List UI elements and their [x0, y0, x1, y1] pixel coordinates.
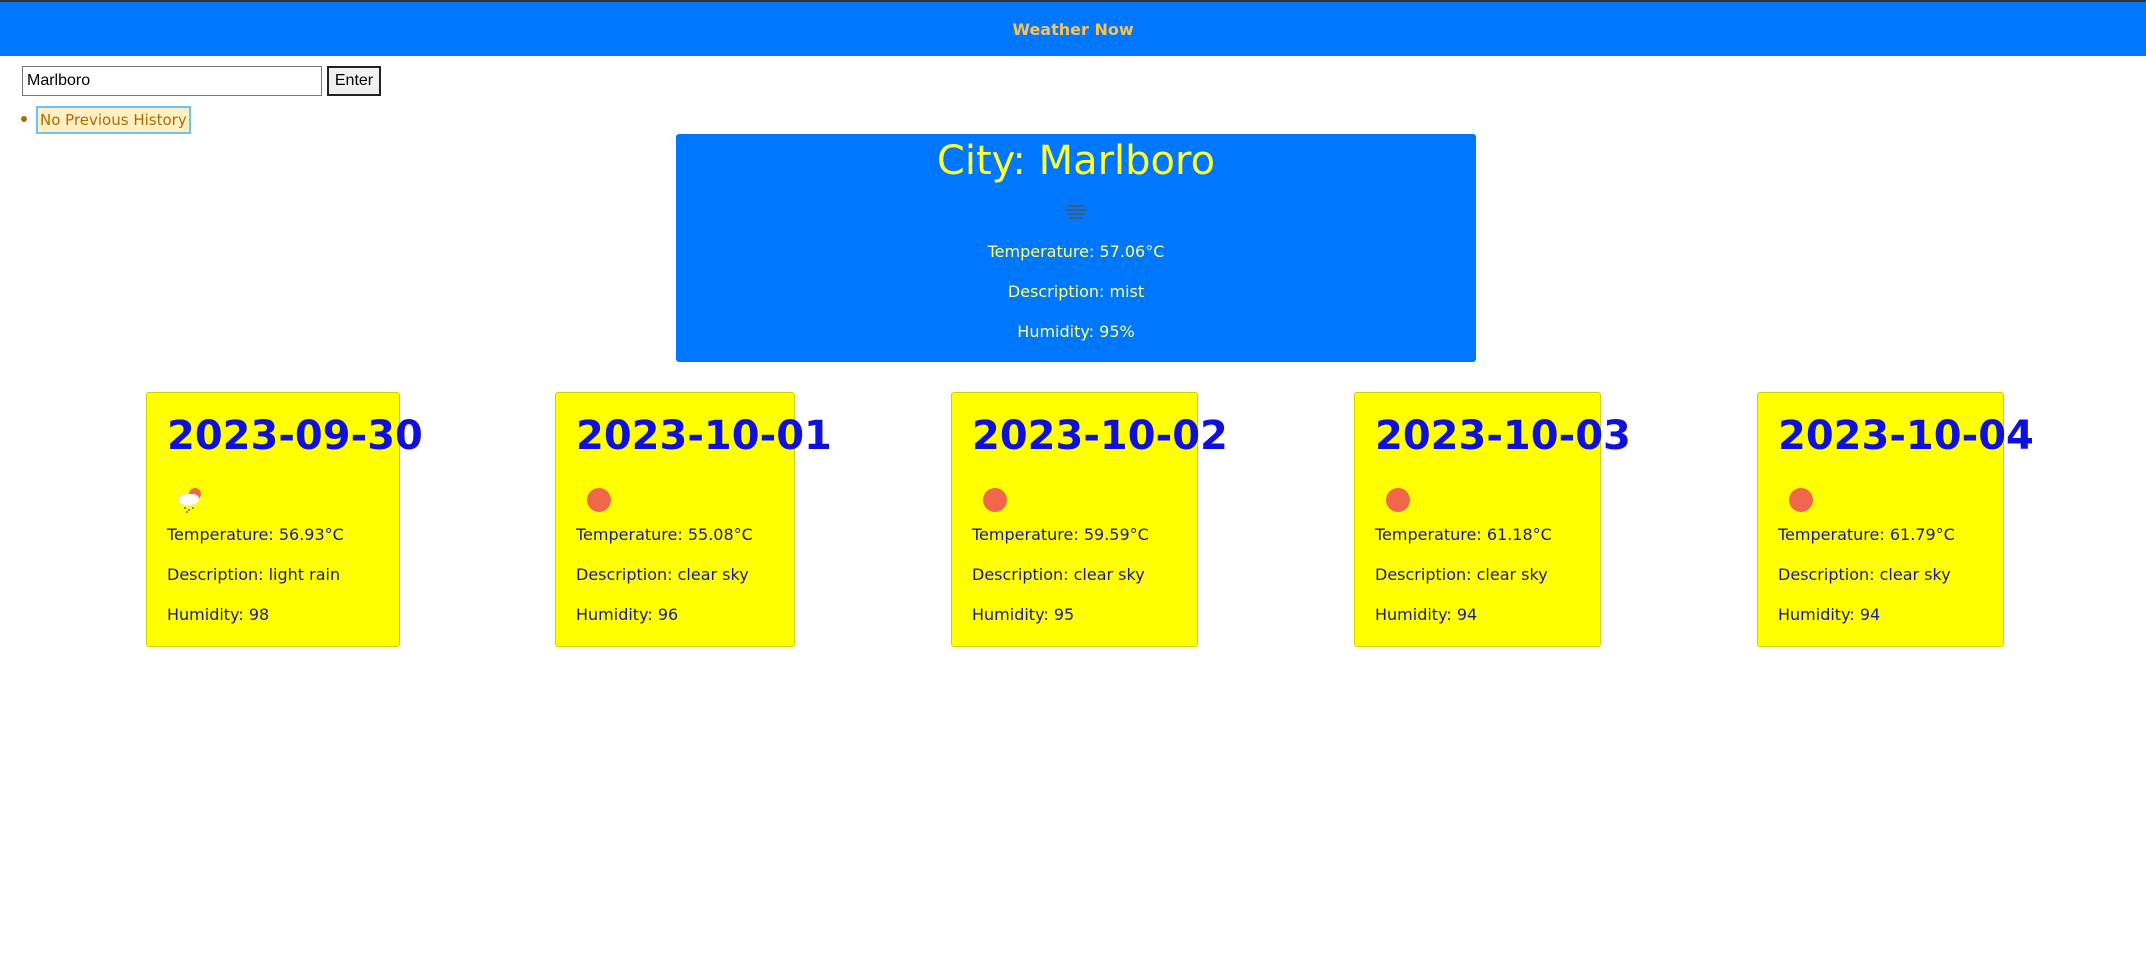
forecast-description: Description: clear sky	[1778, 565, 1951, 584]
forecast-card: 2023-10-02 Temperature: 59.59°C Descript…	[951, 392, 1228, 647]
mist-icon	[1065, 205, 1087, 219]
current-humidity: Humidity: 95%	[1017, 322, 1135, 341]
forecast-humidity: Humidity: 94	[1375, 605, 1478, 624]
forecast-date: 2023-10-02	[972, 413, 1228, 459]
forecast-card: 2023-09-30 Temperature: 56.93°C Descript…	[146, 392, 423, 647]
forecast-temperature: Temperature: 59.59°C	[972, 525, 1149, 544]
forecast-date: 2023-10-04	[1778, 413, 2034, 459]
forecast-description: Description: light rain	[167, 565, 341, 584]
forecast-temperature: Temperature: 61.79°C	[1778, 525, 1955, 544]
current-weather-card: City: Marlboro Temperature: 57.06°C Desc…	[676, 134, 1476, 362]
forecast-date: 2023-10-01	[576, 413, 832, 459]
clear-sky-icon	[983, 488, 1007, 512]
current-temperature: Temperature: 57.06°C	[987, 242, 1165, 261]
clear-sky-icon	[1386, 488, 1410, 512]
app-title: Weather Now	[1012, 20, 1134, 39]
forecast-date: 2023-10-03	[1375, 413, 1631, 459]
forecast-temperature: Temperature: 61.18°C	[1375, 525, 1552, 544]
header-bar: Weather Now	[0, 0, 2146, 56]
forecast-description: Description: clear sky	[576, 565, 749, 584]
forecast-description: Description: clear sky	[972, 565, 1145, 584]
forecast-date: 2023-09-30	[167, 413, 423, 459]
city-search-input[interactable]	[22, 66, 322, 96]
current-description: Description: mist	[1007, 282, 1145, 301]
forecast-humidity: Humidity: 95	[972, 605, 1075, 624]
forecast-humidity: Humidity: 96	[576, 605, 679, 624]
forecast-temperature: Temperature: 55.08°C	[576, 525, 753, 544]
current-city-title: City: Marlboro	[936, 138, 1216, 184]
forecast-humidity: Humidity: 98	[167, 605, 270, 624]
forecast-card: 2023-10-03 Temperature: 61.18°C Descript…	[1354, 392, 1631, 647]
history-button[interactable]: No Previous History	[36, 106, 191, 134]
forecast-description: Description: clear sky	[1375, 565, 1548, 584]
history-list-item: No Previous History	[18, 106, 191, 134]
clear-sky-icon	[1789, 488, 1813, 512]
search-history-list: No Previous History	[18, 106, 191, 134]
light-rain-icon	[178, 488, 201, 513]
enter-button[interactable]: Enter	[327, 66, 381, 96]
forecast-humidity: Humidity: 94	[1778, 605, 1881, 624]
forecast-card: 2023-10-01 Temperature: 55.08°C Descript…	[555, 392, 832, 647]
forecast-temperature: Temperature: 56.93°C	[167, 525, 344, 544]
forecast-card: 2023-10-04 Temperature: 61.79°C Descript…	[1757, 392, 2034, 647]
list-bullet	[21, 116, 27, 122]
clear-sky-icon	[587, 488, 611, 512]
